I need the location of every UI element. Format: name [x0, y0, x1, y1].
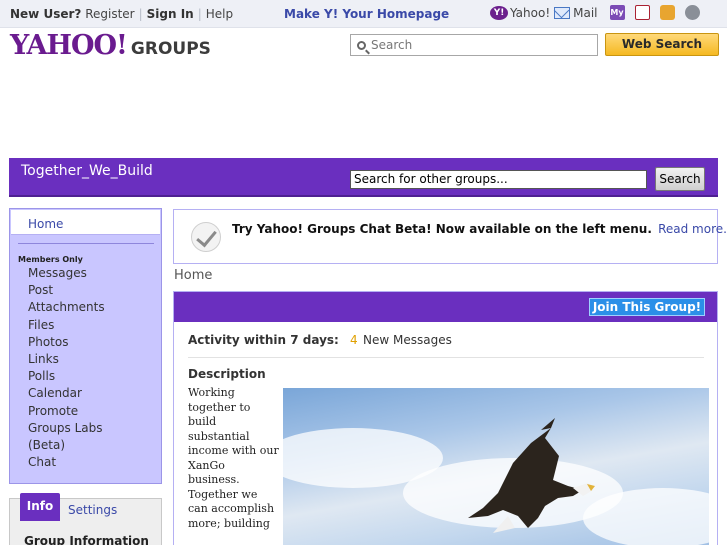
sidebar-item-promote[interactable]: Promote	[28, 403, 105, 420]
register-link[interactable]: Register	[85, 7, 134, 21]
sidebar-item-attachments[interactable]: Attachments	[28, 299, 105, 316]
search-icon	[357, 40, 366, 50]
web-search-input[interactable]: Search	[350, 34, 598, 56]
top-utility-bar: New User? Register | Sign In | Help Make Y! …	[0, 0, 727, 28]
group-title-bar: Together_We_Build Search for other group…	[9, 158, 718, 197]
sidebar-item-polls[interactable]: Polls	[28, 368, 105, 385]
make-homepage-link[interactable]: Make Y! Your Homepage	[284, 7, 449, 21]
description-heading: Description	[188, 367, 266, 381]
chat-beta-notice: Try Yahoo! Groups Chat Beta! Now availab…	[173, 209, 727, 264]
read-more-link[interactable]: Read more...	[658, 222, 727, 236]
groups-logo-text: GROUPS	[130, 39, 211, 59]
web-search-button[interactable]: Web Search	[605, 33, 719, 56]
group-information-heading: Group Information	[24, 534, 149, 545]
sidebar-item-files[interactable]: Files	[28, 317, 105, 334]
panel-header: Join This Group!	[174, 292, 717, 322]
activity-label: Activity within 7 days:	[188, 333, 339, 347]
group-photo	[283, 388, 709, 545]
sidebar-divider	[18, 243, 154, 244]
sidebar-item-groups-labs[interactable]: Groups Labs	[28, 420, 105, 437]
sidebar-item-home[interactable]: Home	[11, 210, 160, 235]
tab-info[interactable]: Info	[20, 493, 60, 521]
sidebar-item-calendar[interactable]: Calendar	[28, 385, 105, 402]
mail-icon	[554, 6, 571, 19]
section-divider	[188, 357, 704, 358]
group-home-panel: Join This Group! Activity within 7 days:…	[173, 291, 718, 545]
sign-in-link[interactable]: Sign In	[147, 7, 194, 21]
yahoo-groups-logo[interactable]: YAHOO! GROUPS	[10, 30, 211, 62]
new-messages-link[interactable]: New Messages	[363, 333, 452, 347]
eagle-image	[468, 418, 595, 533]
sidebar-item-messages[interactable]: Messages	[28, 265, 105, 282]
yahoo-link[interactable]: Yahoo!	[510, 6, 550, 20]
breadcrumb: Home	[174, 268, 213, 283]
help-link[interactable]: Help	[206, 7, 233, 21]
search-placeholder: Search	[371, 38, 413, 52]
description-text: Working together to build substantial in…	[188, 386, 279, 530]
tab-settings[interactable]: Settings	[68, 503, 117, 517]
new-user-label: New User?	[10, 7, 82, 21]
puzzle-icon[interactable]	[659, 5, 675, 20]
group-info-box: Info Settings Group Information	[9, 493, 162, 545]
calendar-icon[interactable]	[634, 5, 650, 20]
sidebar-menu: Messages Post Attachments Files Photos L…	[28, 265, 105, 471]
sidebar-item-links[interactable]: Links	[28, 351, 105, 368]
toolbar-links: Y! Yahoo! Mail My	[490, 5, 700, 20]
sidebar-item-beta[interactable]: (Beta)	[28, 437, 105, 454]
join-group-button[interactable]: Join This Group!	[589, 298, 705, 316]
activity-count: 4	[350, 333, 358, 347]
members-only-heading: Members Only	[18, 255, 83, 264]
notice-message: Try Yahoo! Groups Chat Beta! Now availab…	[232, 222, 727, 236]
separator: |	[138, 7, 143, 21]
sidebar: Home Members Only Messages Post Attachme…	[9, 208, 162, 484]
group-search-button[interactable]: Search	[655, 167, 705, 191]
notice-text: Try Yahoo! Groups Chat Beta! Now availab…	[232, 222, 652, 236]
checkmark-icon	[191, 222, 221, 252]
sidebar-item-chat[interactable]: Chat	[28, 454, 105, 471]
sidebar-item-photos[interactable]: Photos	[28, 334, 105, 351]
settings-icon[interactable]	[684, 5, 700, 20]
sidebar-item-post[interactable]: Post	[28, 282, 105, 299]
yahoo-logo-text: YAHOO!	[10, 30, 128, 61]
my-yahoo-icon[interactable]: My	[609, 5, 625, 20]
mail-link[interactable]: Mail	[573, 6, 597, 20]
account-links: New User? Register | Sign In | Help	[10, 7, 233, 21]
yahoo-badge-icon: Y!	[490, 5, 508, 20]
group-name[interactable]: Together_We_Build	[21, 163, 153, 179]
separator: |	[197, 7, 202, 21]
group-search-input[interactable]: Search for other groups...	[350, 170, 647, 189]
